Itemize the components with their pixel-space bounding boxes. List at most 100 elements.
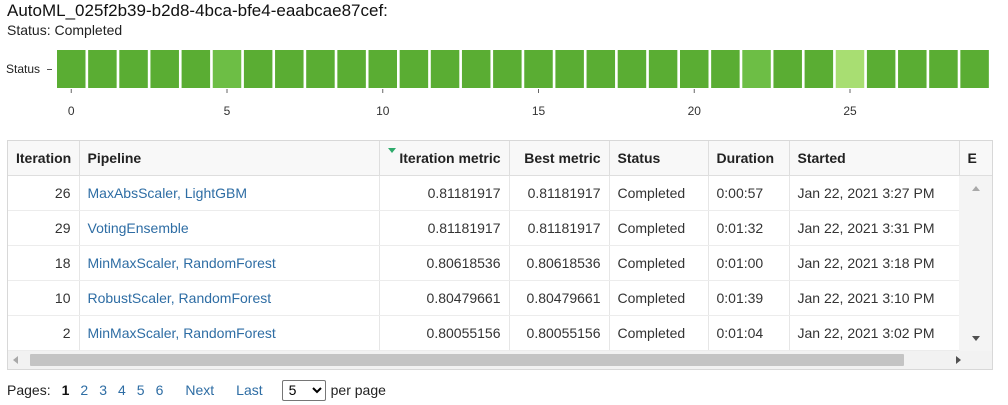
table-row: 29 VotingEnsemble 0.81181917 0.81181917 … [8, 210, 992, 246]
page-link-3[interactable]: 3 [99, 382, 107, 398]
iteration-status-block[interactable] [181, 50, 211, 88]
scroll-down-arrow-icon[interactable] [972, 336, 980, 341]
cell-started: Jan 22, 2021 3:27 PM [789, 175, 960, 211]
page-link-4[interactable]: 4 [118, 382, 126, 398]
iteration-status-block[interactable] [866, 50, 896, 88]
cell-iteration: 2 [8, 315, 80, 351]
iteration-status-block[interactable] [524, 50, 553, 88]
x-axis-tick-label: 10 [376, 104, 390, 118]
iteration-status-block[interactable] [461, 50, 491, 88]
cell-best-metric: 0.80055156 [509, 315, 610, 351]
scroll-left-arrow-icon[interactable] [13, 356, 18, 364]
page-link-2[interactable]: 2 [80, 382, 88, 398]
cell-iteration: 26 [8, 175, 80, 211]
horizontal-scrollbar[interactable] [8, 351, 992, 369]
horizontal-scrollbar-thumb[interactable] [30, 354, 904, 366]
last-page-link[interactable]: Last [236, 382, 262, 398]
iteration-status-block[interactable] [57, 50, 86, 88]
iteration-status-block[interactable] [929, 50, 958, 88]
iteration-status-block[interactable] [742, 50, 771, 88]
iteration-status-block[interactable] [150, 50, 179, 88]
iteration-status-block[interactable] [680, 50, 709, 88]
pagination: Pages: 1 2 3 4 5 6 Next Last 5 per page [7, 379, 386, 401]
iteration-status-block[interactable] [119, 50, 148, 88]
cell-best-metric: 0.81181917 [509, 210, 610, 246]
iteration-status-block[interactable] [960, 50, 989, 88]
scroll-up-arrow-icon[interactable] [972, 186, 980, 191]
column-header-status[interactable]: Status [609, 141, 709, 176]
cell-iteration-metric: 0.80618536 [379, 245, 510, 281]
cell-started: Jan 22, 2021 3:18 PM [789, 245, 960, 281]
iteration-status-block[interactable] [648, 50, 678, 88]
table-row: 2 MinMaxScaler, RandomForest 0.80055156 … [8, 315, 992, 351]
iteration-status-block[interactable] [586, 50, 616, 88]
page-link-6[interactable]: 6 [156, 382, 164, 398]
iteration-status-block[interactable] [337, 50, 366, 88]
per-page-label: per page [330, 382, 386, 398]
cell-status: Completed [609, 315, 709, 351]
iteration-status-block[interactable] [275, 50, 304, 88]
iteration-status-block[interactable] [399, 50, 429, 88]
x-axis-tick-label: 0 [68, 104, 75, 118]
iteration-status-block[interactable] [88, 50, 117, 88]
column-header-iteration-metric-label: Iteration metric [399, 149, 501, 166]
iteration-status-block[interactable] [555, 50, 584, 88]
scroll-right-arrow-icon[interactable] [956, 356, 961, 364]
pipeline-link[interactable]: VotingEnsemble [88, 220, 189, 236]
x-axis-tick-label: 20 [688, 104, 702, 118]
table-row: 26 MaxAbsScaler, LightGBM 0.81181917 0.8… [8, 175, 992, 211]
column-header-iteration-metric[interactable]: Iteration metric [379, 141, 510, 176]
pipeline-link[interactable]: MinMaxScaler, RandomForest [88, 325, 276, 341]
pages-label: Pages: [7, 382, 51, 398]
iteration-status-timeline: 0 5 10 15 20 25 [57, 50, 989, 118]
cell-best-metric: 0.81181917 [509, 175, 610, 211]
iteration-status-block[interactable] [306, 50, 335, 88]
iteration-status-block[interactable] [711, 50, 740, 88]
cell-iteration-metric: 0.80479661 [379, 280, 510, 316]
cell-duration: 0:01:00 [708, 245, 790, 281]
table-row: 10 RobustScaler, RandomForest 0.80479661… [8, 280, 992, 316]
iteration-status-block[interactable] [212, 50, 242, 88]
iteration-status-block[interactable] [617, 50, 647, 88]
cell-duration: 0:01:32 [708, 210, 790, 246]
iteration-status-block[interactable] [368, 50, 398, 88]
column-header-truncated[interactable]: E [959, 141, 992, 176]
pipeline-link[interactable]: MinMaxScaler, RandomForest [88, 255, 276, 271]
iteration-status-block[interactable] [430, 50, 460, 88]
cell-status: Completed [609, 210, 709, 246]
sort-descending-icon [387, 148, 396, 153]
per-page-select[interactable]: 5 [281, 379, 326, 401]
page-link-1[interactable]: 1 [62, 382, 70, 398]
x-axis-tick-label: 15 [532, 104, 546, 118]
column-header-iteration[interactable]: Iteration [8, 141, 80, 176]
cell-started: Jan 22, 2021 3:10 PM [789, 280, 960, 316]
next-page-link[interactable]: Next [185, 382, 214, 398]
iteration-status-block[interactable] [835, 50, 865, 88]
cell-iteration-metric: 0.81181917 [379, 175, 510, 211]
x-axis-tick-label: 25 [843, 104, 857, 118]
table-row: 18 MinMaxScaler, RandomForest 0.80618536… [8, 245, 992, 281]
column-header-duration[interactable]: Duration [708, 141, 790, 176]
cell-iteration: 29 [8, 210, 80, 246]
iteration-status-block[interactable] [898, 50, 927, 88]
cell-status: Completed [609, 175, 709, 211]
column-header-started[interactable]: Started [789, 141, 960, 176]
iteration-status-block[interactable] [773, 50, 802, 88]
column-header-best-metric[interactable]: Best metric [509, 141, 610, 176]
vertical-scrollbar[interactable] [959, 176, 992, 351]
cell-duration: 0:01:04 [708, 315, 790, 351]
page-link-5[interactable]: 5 [137, 382, 145, 398]
iteration-status-block[interactable] [243, 50, 273, 88]
x-axis-tick-label: 5 [224, 104, 231, 118]
cell-duration: 0:00:57 [708, 175, 790, 211]
pipeline-link[interactable]: RobustScaler, RandomForest [88, 290, 272, 306]
iteration-status-block[interactable] [804, 50, 834, 88]
cell-best-metric: 0.80618536 [509, 245, 610, 281]
table-header-row: Iteration Pipeline Iteration metric Best… [8, 141, 992, 176]
pipeline-link[interactable]: MaxAbsScaler, LightGBM [88, 185, 248, 201]
cell-iteration-metric: 0.81181917 [379, 210, 510, 246]
column-header-pipeline[interactable]: Pipeline [79, 141, 380, 176]
cell-duration: 0:01:39 [708, 280, 790, 316]
cell-iteration-metric: 0.80055156 [379, 315, 510, 351]
iteration-status-block[interactable] [493, 50, 522, 88]
